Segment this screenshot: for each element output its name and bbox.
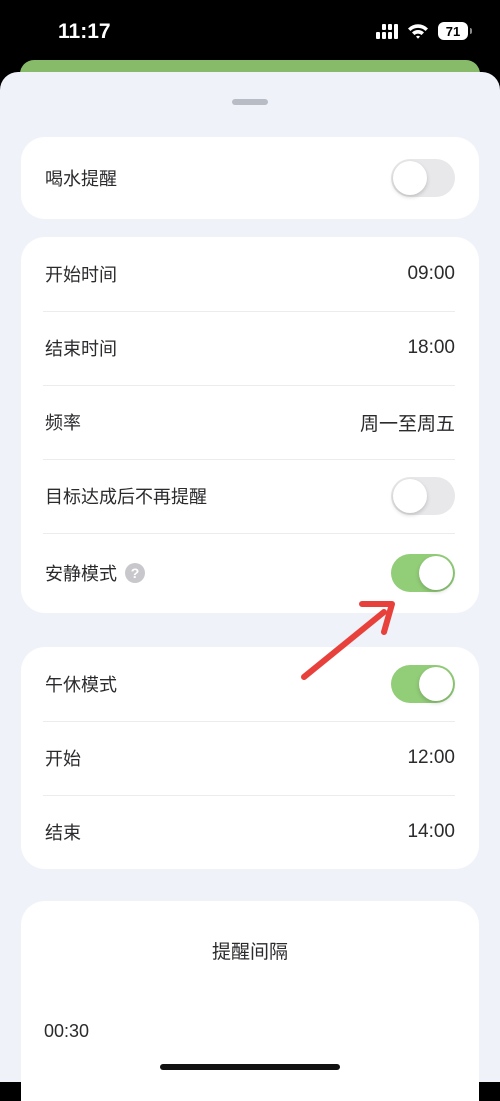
home-indicator: [160, 1064, 340, 1070]
annotation-arrow-icon: [301, 601, 395, 680]
